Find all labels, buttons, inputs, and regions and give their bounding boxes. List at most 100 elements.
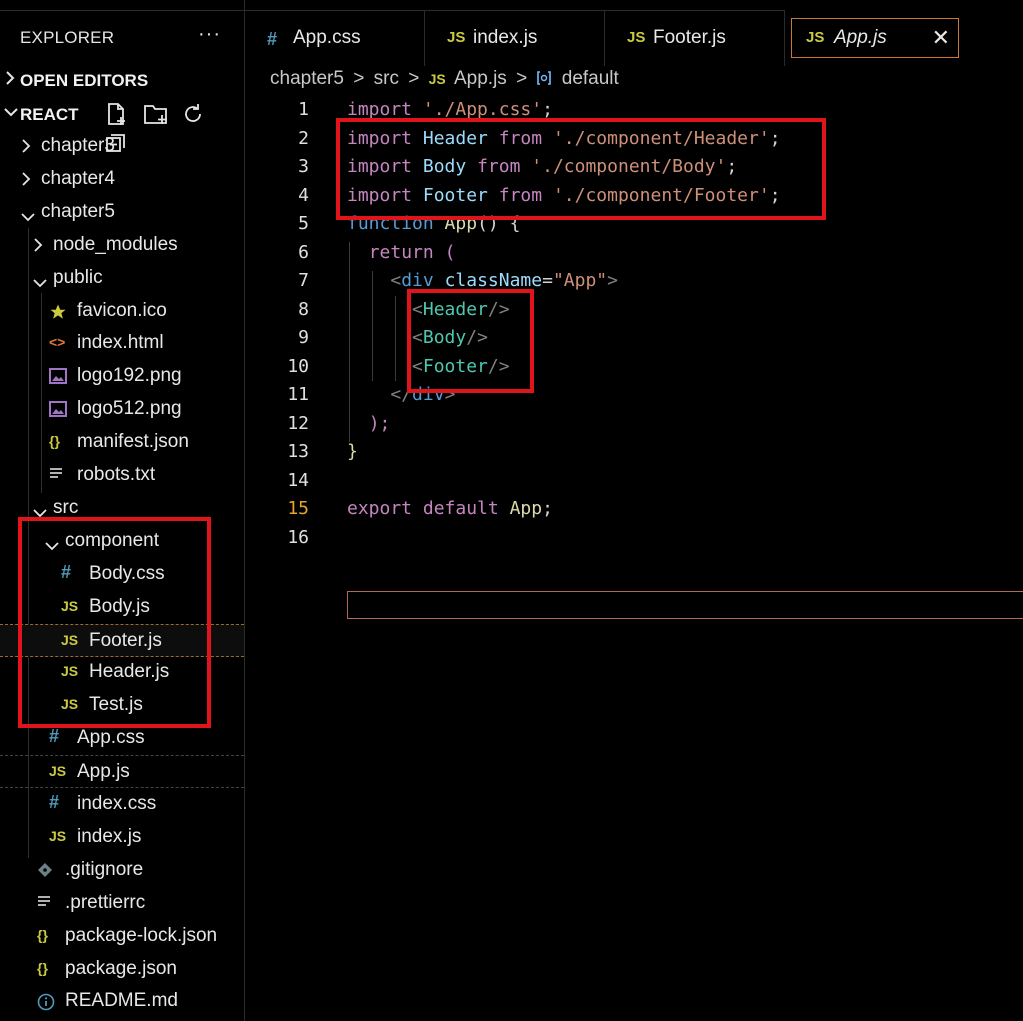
tree-item-package-lock-json[interactable]: {} package-lock.json xyxy=(0,920,244,953)
punctuation: = xyxy=(542,270,553,291)
code-line-10[interactable]: 10 <Footer/> xyxy=(245,353,1023,381)
jsx-tag: div xyxy=(401,270,434,291)
keyword: from xyxy=(498,185,543,206)
tab-index-js[interactable]: JS index.js xyxy=(425,10,605,66)
tree-item-component[interactable]: component xyxy=(0,525,244,558)
code-line-9[interactable]: 9 <Body/> xyxy=(245,324,1023,352)
project-section-react[interactable]: REACT xyxy=(0,100,244,152)
tag-bracket: < xyxy=(412,356,423,377)
tree-item-chapter4[interactable]: chapter4 xyxy=(0,163,244,196)
code-line-1[interactable]: 1 import './App.css'; xyxy=(245,96,1023,124)
code-line-15[interactable]: 15 export default App; xyxy=(245,495,1023,523)
explorer-title: EXPLORER xyxy=(20,28,115,47)
code-line-14[interactable]: 14 xyxy=(245,467,1023,495)
indent-guide xyxy=(349,242,350,442)
code-line-2[interactable]: 2 import Header from './component/Header… xyxy=(245,125,1023,153)
tree-item-robots-txt[interactable]: robots.txt xyxy=(0,459,244,492)
new-folder-icon[interactable] xyxy=(143,102,169,126)
close-icon[interactable]: ✕ xyxy=(932,25,950,51)
code-line-11[interactable]: 11 </div> xyxy=(245,381,1023,409)
tree-item-body-js[interactable]: JS Body.js xyxy=(0,591,244,624)
line-number: 5 xyxy=(298,213,309,234)
indent-guide xyxy=(395,296,396,381)
explorer-sidebar: EXPLORER ··· OPEN EDITORS REACT chapter3… xyxy=(0,0,245,1021)
tree-item-readme-md[interactable]: README.md xyxy=(0,985,244,1018)
breadcrumb-subfolder[interactable]: src xyxy=(374,68,399,89)
breadcrumb-separator: > xyxy=(516,68,528,89)
code-line-13[interactable]: 13 } xyxy=(245,438,1023,466)
tree-item-src[interactable]: src xyxy=(0,492,244,525)
code-line-12[interactable]: 12 ); xyxy=(245,410,1023,438)
tab-footer-js[interactable]: JS Footer.js xyxy=(605,10,785,66)
tree-item-logo512-png[interactable]: logo512.png xyxy=(0,393,244,426)
tree-item-favicon-ico[interactable]: favicon.ico xyxy=(0,295,244,328)
keyword: return xyxy=(368,242,434,263)
line-number: 13 xyxy=(287,441,309,462)
tab-label: App.js xyxy=(834,27,887,48)
tree-item-chapter3[interactable]: chapter3 xyxy=(0,130,244,163)
open-editors-section[interactable]: OPEN EDITORS xyxy=(0,66,244,96)
breadcrumb-folder[interactable]: chapter5 xyxy=(270,68,344,89)
tree-item-node-modules[interactable]: node_modules xyxy=(0,229,244,262)
identifier: Header xyxy=(422,128,488,149)
chevron-down-icon xyxy=(32,503,47,518)
tree-item-footer-js[interactable]: JS Footer.js xyxy=(0,623,244,657)
js-file-icon: JS xyxy=(806,29,825,46)
attribute-name: className xyxy=(444,270,543,291)
chevron-right-icon xyxy=(32,237,46,252)
keyword: import xyxy=(347,128,413,149)
tree-item-chapter5[interactable]: chapter5 xyxy=(0,196,244,229)
tree-item-index-html[interactable]: <> index.html xyxy=(0,327,244,360)
more-actions-icon[interactable]: ··· xyxy=(198,23,221,46)
css-file-icon: # xyxy=(61,561,72,582)
tree-item-index-js[interactable]: JS index.js xyxy=(0,821,244,854)
chevron-down-icon xyxy=(20,207,35,222)
tag-bracket: </ xyxy=(390,384,413,405)
chevron-down-icon xyxy=(32,273,47,287)
tree-item-label: App.css xyxy=(77,727,145,749)
tree-item-header-js[interactable]: JS Header.js xyxy=(0,656,244,689)
json-file-icon: {} xyxy=(49,433,60,450)
tree-item-app-js[interactable]: JS App.js xyxy=(0,755,244,789)
code-line-4[interactable]: 4 import Footer from './component/Footer… xyxy=(245,182,1023,210)
css-file-icon: # xyxy=(49,726,60,747)
chevron-down-icon xyxy=(44,536,59,551)
code-line-8[interactable]: 8 <Header/> xyxy=(245,296,1023,324)
jsx-component: Footer xyxy=(422,356,488,377)
code-line-5[interactable]: 5 function App() { xyxy=(245,210,1023,238)
keyword: import xyxy=(347,99,413,120)
code-line-16[interactable]: 16 xyxy=(245,524,1023,552)
tree-item-body-css[interactable]: # Body.css xyxy=(0,558,244,591)
code-line-6[interactable]: 6 return ( xyxy=(245,239,1023,267)
punctuation: ; xyxy=(726,156,738,177)
line-number: 8 xyxy=(298,299,309,320)
tree-item-label: chapter4 xyxy=(41,167,115,189)
tree-item-manifest-json[interactable]: {} manifest.json xyxy=(0,426,244,459)
tree-item-label: package-lock.json xyxy=(65,924,218,946)
keyword: import xyxy=(347,185,413,206)
new-file-icon[interactable] xyxy=(104,102,130,126)
tree-item-label: App.js xyxy=(77,761,130,783)
tree-item-gitignore[interactable]: .gitignore xyxy=(0,854,244,887)
code-editor[interactable]: 1 import './App.css'; 2 import Header fr… xyxy=(245,96,1023,1021)
tree-item-index-css[interactable]: # index.css xyxy=(0,788,244,821)
tab-app-js[interactable]: JS App.js ✕ xyxy=(791,18,959,58)
tree-item-package-json[interactable]: {} package.json xyxy=(0,953,244,986)
code-line-7[interactable]: 7 <div className="App"> xyxy=(245,267,1023,295)
tree-item-label: index.js xyxy=(77,825,142,847)
refresh-icon[interactable] xyxy=(181,102,207,126)
jsx-component: Header xyxy=(422,299,488,320)
breadcrumb-symbol[interactable]: default xyxy=(562,68,619,89)
tree-item-public[interactable]: public xyxy=(0,262,244,295)
tree-item-app-css[interactable]: # App.css xyxy=(0,722,244,755)
jsx-component: Body xyxy=(422,327,467,348)
js-file-icon: JS xyxy=(49,827,67,844)
code-line-3[interactable]: 3 import Body from './component/Body'; xyxy=(245,153,1023,181)
keyword: from xyxy=(477,156,521,177)
breadcrumb-file[interactable]: App.js xyxy=(454,68,507,89)
tree-item-logo192-png[interactable]: logo192.png xyxy=(0,360,244,393)
tree-item-test-js[interactable]: JS Test.js xyxy=(0,689,244,722)
tab-app-css[interactable]: # App.css xyxy=(245,10,425,66)
tree-item-prettierrc[interactable]: .prettierrc xyxy=(0,887,244,920)
css-file-icon: # xyxy=(267,29,278,49)
